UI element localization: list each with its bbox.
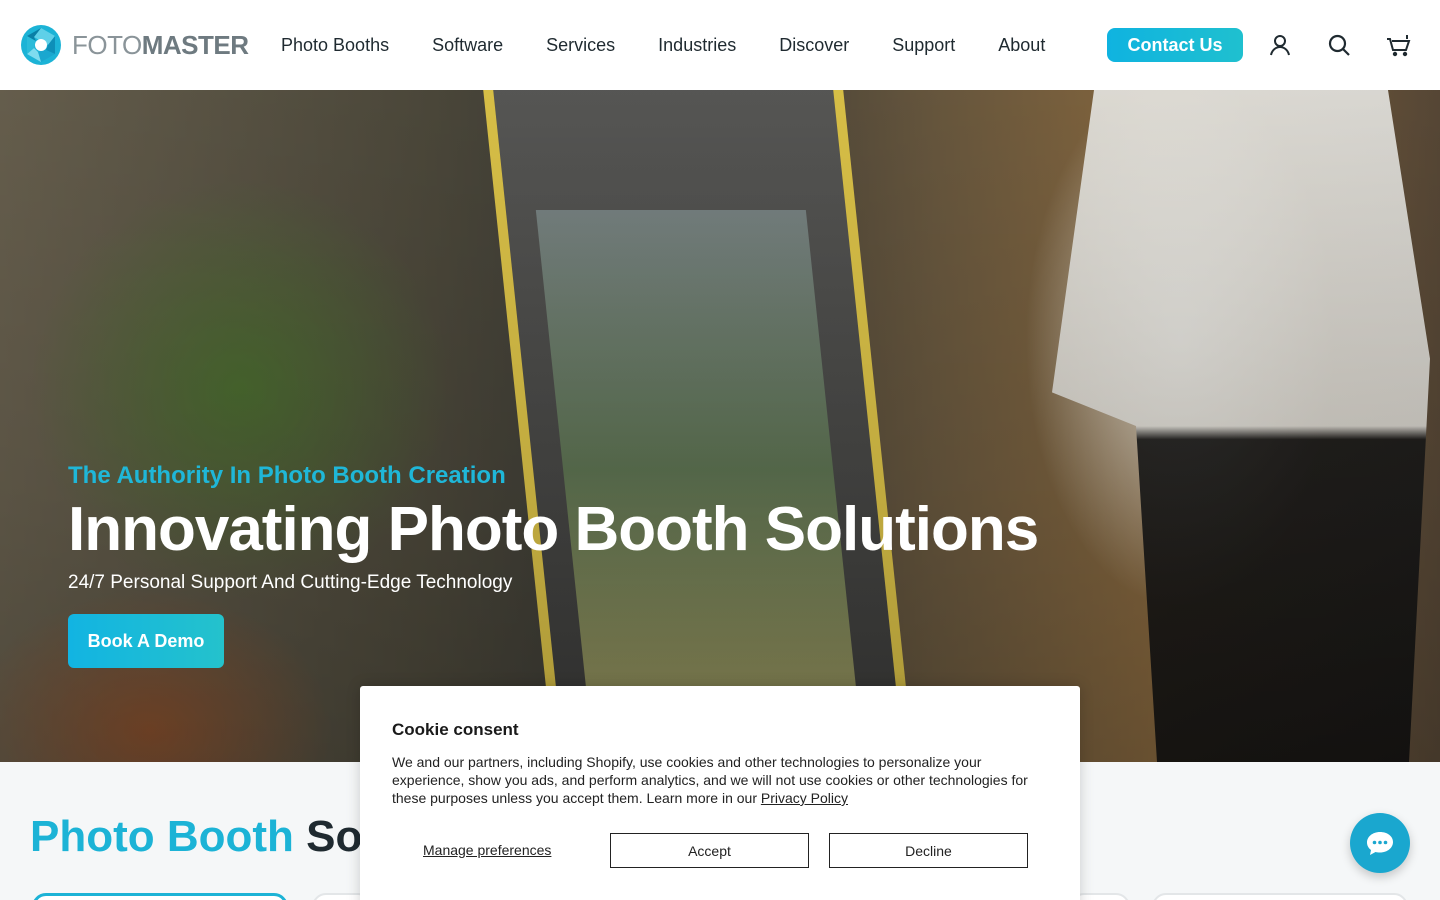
nav-services[interactable]: Services [546, 35, 615, 56]
hero-banner: The Authority In Photo Booth Creation In… [0, 90, 1440, 762]
hero-subtitle: 24/7 Personal Support And Cutting-Edge T… [68, 572, 513, 594]
accept-button[interactable]: Accept [610, 833, 809, 868]
nav-about[interactable]: About [998, 35, 1045, 56]
cookie-title: Cookie consent [392, 720, 519, 739]
account-icon[interactable] [1266, 31, 1294, 59]
logo-text-bold: MASTER [141, 29, 249, 60]
section-title-accent: Photo Booth [30, 812, 294, 861]
chat-bubble-icon [1367, 832, 1393, 855]
book-demo-button[interactable]: Book A Demo [68, 614, 224, 669]
privacy-policy-link[interactable]: Privacy Policy [761, 790, 848, 806]
cookie-consent-dialog: Cookie consent We and our partners, incl… [360, 686, 1080, 900]
decline-button[interactable]: Decline [829, 833, 1028, 868]
section-title: Photo Booth Solu [30, 812, 401, 862]
hero-content: The Authority In Photo Booth Creation In… [68, 462, 1039, 669]
aperture-logo-icon [21, 25, 61, 65]
contact-us-button[interactable]: Contact Us [1107, 28, 1243, 62]
solution-card-tab[interactable] [32, 893, 288, 900]
cart-icon[interactable] [1384, 31, 1412, 59]
hero-eyebrow: The Authority In Photo Booth Creation [68, 462, 506, 489]
manage-preferences-link[interactable]: Manage preferences [423, 842, 551, 858]
search-icon[interactable] [1325, 31, 1353, 59]
nav-industries[interactable]: Industries [658, 35, 736, 56]
nav-software[interactable]: Software [432, 35, 503, 56]
cookie-body: We and our partners, including Shopify, … [392, 754, 1028, 806]
hero-title: Innovating Photo Booth Solutions [68, 495, 1039, 564]
cookie-actions: Manage preferences Accept Decline [392, 833, 1048, 868]
solution-card-tab[interactable] [1152, 893, 1408, 900]
fotomaster-logo[interactable]: FOTOMASTER [20, 25, 249, 65]
logo-text-light: FOTO [72, 29, 142, 60]
main-nav: Photo Booths Software Services Industrie… [281, 0, 1088, 90]
chat-widget-button[interactable] [1350, 813, 1410, 873]
nav-photo-booths[interactable]: Photo Booths [281, 35, 389, 56]
nav-support[interactable]: Support [892, 35, 955, 56]
site-header: FOTOMASTER Photo Booths Software Service… [0, 0, 1440, 90]
nav-discover[interactable]: Discover [779, 35, 849, 56]
